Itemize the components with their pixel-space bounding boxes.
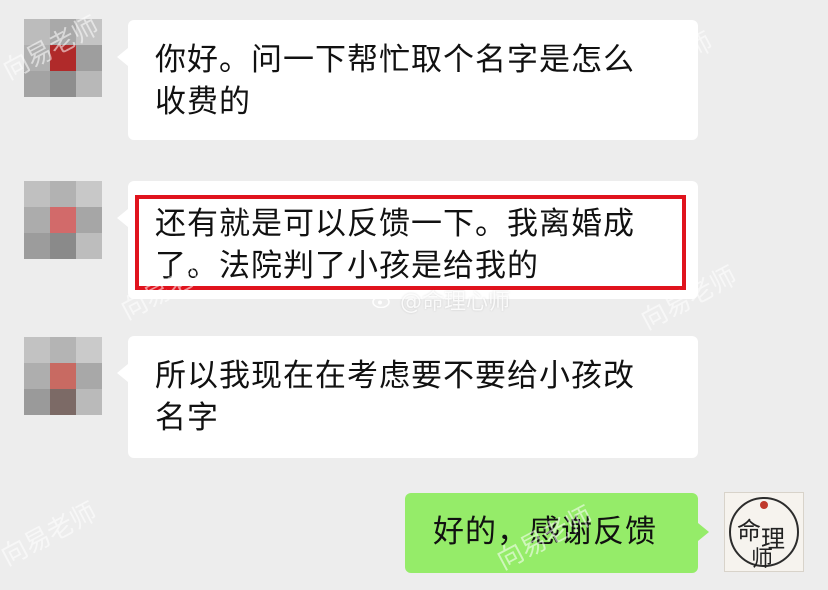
message-text: 所以我现在在考虑要不要给小孩改 bbox=[155, 358, 635, 394]
weibo-watermark: @命理心师 bbox=[372, 284, 510, 316]
contact-avatar[interactable] bbox=[24, 181, 102, 259]
weibo-icon bbox=[372, 294, 392, 308]
message-text: 你好。问一下帮忙取个名字是怎么 bbox=[155, 42, 635, 78]
weibo-handle: @命理心师 bbox=[400, 290, 511, 315]
contact-avatar[interactable] bbox=[24, 337, 102, 415]
contact-avatar[interactable] bbox=[24, 19, 102, 97]
message-text: 名字 bbox=[155, 400, 219, 436]
message-bubble[interactable]: 所以我现在在考虑要不要给小孩改 名字 bbox=[117, 336, 698, 458]
watermark: 向易老师 bbox=[0, 497, 103, 573]
message-text: 好的，感谢反馈 bbox=[433, 514, 657, 550]
message-text: 收费的 bbox=[155, 84, 251, 120]
message-bubble[interactable]: 你好。问一下帮忙取个名字是怎么 收费的 bbox=[117, 20, 698, 140]
highlight-box bbox=[135, 195, 686, 290]
message-bubble-outgoing[interactable]: 好的，感谢反馈 bbox=[405, 493, 709, 573]
user-avatar[interactable]: 命 理 师 bbox=[724, 492, 804, 572]
